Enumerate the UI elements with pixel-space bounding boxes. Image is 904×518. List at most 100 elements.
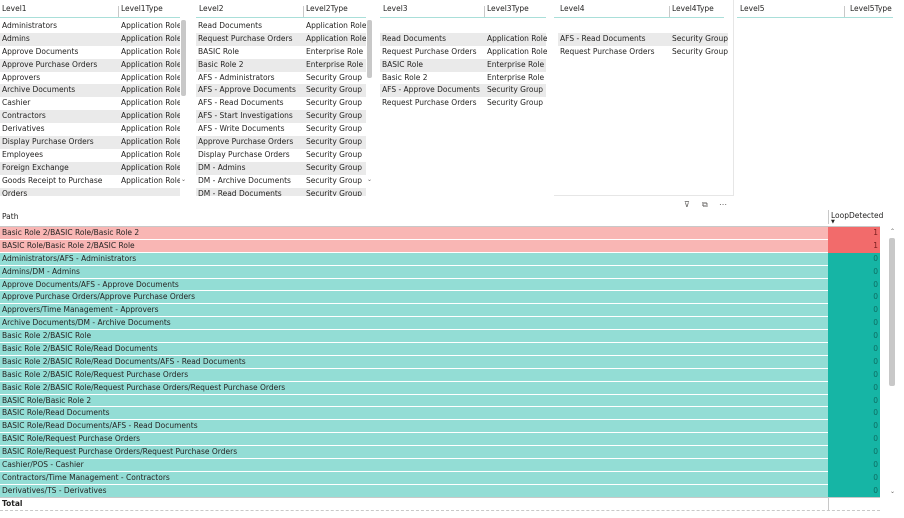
table-row[interactable]: Approve Documents/AFS - Approve Document… (0, 278, 880, 292)
loopdetected-cell: 0 (828, 459, 880, 472)
level1-row[interactable]: Foreign Exchange Application Role (0, 161, 181, 175)
level1-row[interactable]: Cashier Application Role (0, 97, 181, 110)
level1-row[interactable]: Contractors Application Role (0, 110, 182, 124)
table-row[interactable]: Basic Role 2/BASIC Role/Request Purchase… (0, 381, 880, 395)
table-row[interactable]: Basic Role 2/BASIC Role 0 (0, 330, 880, 344)
level2-row[interactable]: Read Documents Application Role (196, 20, 366, 33)
level2-name-cell: BASIC Role (198, 46, 240, 56)
table-row[interactable]: Derivatives/TS - Derivatives 0 (0, 484, 880, 498)
level3-row[interactable]: Basic Role 2 Enterprise Role (380, 72, 546, 85)
level1type-col-header[interactable]: Level1Type (121, 4, 163, 13)
level1-row[interactable]: Archive Documents Application Role (0, 84, 181, 98)
level5-col-header[interactable]: Level5 (740, 4, 765, 13)
level2-row[interactable]: Approve Purchase Orders Security Group (196, 136, 366, 149)
level1-row[interactable]: Employees Application Role (0, 149, 181, 162)
level1-row[interactable]: Administrators Application Role (0, 20, 181, 33)
level2-row[interactable]: AFS - Approve Documents Security Group (196, 84, 366, 98)
level4type-col-header[interactable]: Level4Type (672, 4, 714, 13)
level2-row[interactable]: DM - Read Documents Security Group (196, 187, 366, 196)
level1-row[interactable]: Approve Documents Application Role (0, 46, 181, 59)
loopdetected-cell: 0 (828, 343, 880, 356)
loopdetected-cell: 0 (828, 317, 880, 331)
level2-name-cell: AFS - Start Investigations (198, 111, 293, 121)
level1-row[interactable]: Goods Receipt to Purchase Application Rol… (0, 175, 181, 188)
table-row[interactable]: Basic Role 2/BASIC Role/Read Documents/A… (0, 355, 880, 369)
path-cell: BASIC Role/Read Documents/AFS - Read Doc… (2, 421, 198, 431)
table-row[interactable]: Basic Role 2/BASIC Role/Request Purchase… (0, 368, 880, 382)
level1-col-header[interactable]: Level1 (2, 4, 27, 13)
level1-row[interactable]: Admins Application Role (0, 32, 181, 46)
table-row[interactable]: BASIC Role/Request Purchase Orders/Reque… (0, 446, 880, 460)
scroll-down-icon[interactable]: ⌄ (180, 176, 187, 183)
level2-row[interactable]: DM - Archive Documents Security Group (196, 175, 366, 188)
level3-row[interactable]: AFS - Approve Documents Security Group (380, 84, 546, 98)
level2-scrollbar[interactable]: ⌄ (366, 18, 373, 188)
level2-row[interactable]: BASIC Role Enterprise Role (196, 46, 366, 59)
level4-row[interactable]: AFS - Read Documents Security Group (558, 32, 728, 46)
table-row[interactable]: Admins/DM - Admins 0 (0, 265, 880, 279)
level1-row[interactable]: Approvers Application Role (0, 72, 181, 85)
level1-row[interactable]: Orders (0, 187, 180, 196)
path-cell: Basic Role 2/BASIC Role/Read Documents/A… (2, 356, 246, 366)
level2-col-header[interactable]: Level2 (199, 4, 224, 13)
scroll-down-icon[interactable]: ⌄ (888, 488, 897, 495)
table-row[interactable]: Administrators/AFS - Administrators 0 (0, 252, 880, 266)
table-row[interactable]: BASIC Role/Read Documents/AFS - Read Doc… (0, 420, 880, 434)
level5type-col-header[interactable]: Level5Type (850, 4, 892, 13)
table-row[interactable]: BASIC Role/Basic Role 2 0 (0, 394, 880, 408)
level2-name-cell: DM - Read Documents (198, 188, 282, 196)
level1-type-cell: Application Role (121, 111, 182, 121)
scroll-up-icon[interactable]: ⌃ (888, 228, 897, 235)
level1-scrollbar[interactable]: ⌄ (180, 18, 187, 188)
loopdetected-cell: 0 (828, 278, 880, 292)
level4-row[interactable]: Request Purchase Orders Security Group (558, 46, 728, 59)
level3-row[interactable]: Request Purchase Orders Security Group (380, 97, 546, 110)
level2-row[interactable]: Request Purchase Orders Application Role (196, 32, 366, 46)
level2-row[interactable]: AFS - Start Investigations Security Group (196, 110, 366, 124)
loopdetected-cell: 0 (828, 252, 880, 266)
table-row[interactable]: Approve Purchase Orders/Approve Purchase… (0, 291, 880, 305)
level3type-col-header[interactable]: Level3Type (487, 4, 529, 13)
loopdetected-col-header[interactable]: LoopDetected (831, 211, 883, 220)
level2-row[interactable]: AFS - Write Documents Security Group (196, 123, 366, 136)
loopdetected-cell: 0 (828, 433, 880, 447)
table-row[interactable]: Contractors/Time Management - Contractor… (0, 471, 880, 485)
table-row[interactable]: BASIC Role/Request Purchase Orders 0 (0, 433, 880, 447)
table-row[interactable]: Approvers/Time Management - Approvers 0 (0, 304, 880, 318)
level4-row[interactable] (558, 20, 728, 33)
level1-row[interactable]: Derivatives Application Role (0, 123, 181, 136)
table-row[interactable]: Basic Role 2/BASIC Role/Read Documents 0 (0, 343, 880, 356)
loopdetected-cell: 1 (828, 239, 880, 253)
level2type-col-header[interactable]: Level2Type (306, 4, 348, 13)
level4-col-header[interactable]: Level4 (560, 4, 585, 13)
table-row[interactable]: BASIC Role/Read Documents 0 (0, 407, 880, 421)
loopdetected-cell: 0 (828, 355, 880, 369)
level3-col-header[interactable]: Level3 (383, 4, 408, 13)
level3-row[interactable]: Read Documents Application Role (380, 32, 547, 46)
level3-type-cell: Security Group (487, 85, 544, 95)
level1-name-cell: Foreign Exchange (2, 162, 69, 172)
level2-row[interactable]: Basic Role 2 Enterprise Role (196, 58, 366, 72)
level2-row[interactable]: Display Purchase Orders Security Group (196, 149, 366, 162)
level4-name-cell: Request Purchase Orders (560, 46, 655, 56)
table-row[interactable]: Archive Documents/DM - Archive Documents… (0, 317, 880, 331)
table-row[interactable]: Cashier/POS - Cashier 0 (0, 459, 880, 472)
level1-row[interactable]: Approve Purchase Orders Application Role (0, 58, 181, 72)
level3-row[interactable]: Request Purchase Orders Application Role (380, 46, 547, 59)
path-cell: BASIC Role/Request Purchase Orders/Reque… (2, 447, 238, 457)
loopdetected-cell: 0 (828, 471, 880, 485)
path-table-scrollbar[interactable]: ⌃ ⌄ (888, 226, 897, 500)
level3-row[interactable]: BASIC Role Enterprise Role (380, 58, 546, 72)
level1-row[interactable]: Display Purchase Orders Application Role (0, 136, 181, 149)
loopdetected-cell: 0 (828, 407, 880, 421)
level2-row[interactable]: AFS - Read Documents Security Group (196, 97, 366, 110)
sort-desc-icon[interactable]: ▼ (831, 219, 835, 225)
level2-row[interactable]: DM - Admins Security Group (196, 161, 366, 175)
level3-row[interactable] (380, 20, 546, 33)
level2-row[interactable]: AFS - Administrators Security Group (196, 72, 366, 85)
level3-type-cell: Security Group (487, 98, 544, 108)
table-row[interactable]: Basic Role 2/BASIC Role/Basic Role 2 1 (0, 227, 880, 240)
path-col-header[interactable]: Path (2, 212, 18, 221)
scroll-down-icon[interactable]: ⌄ (366, 176, 373, 183)
table-row[interactable]: BASIC Role/Basic Role 2/BASIC Role 1 (0, 239, 880, 253)
